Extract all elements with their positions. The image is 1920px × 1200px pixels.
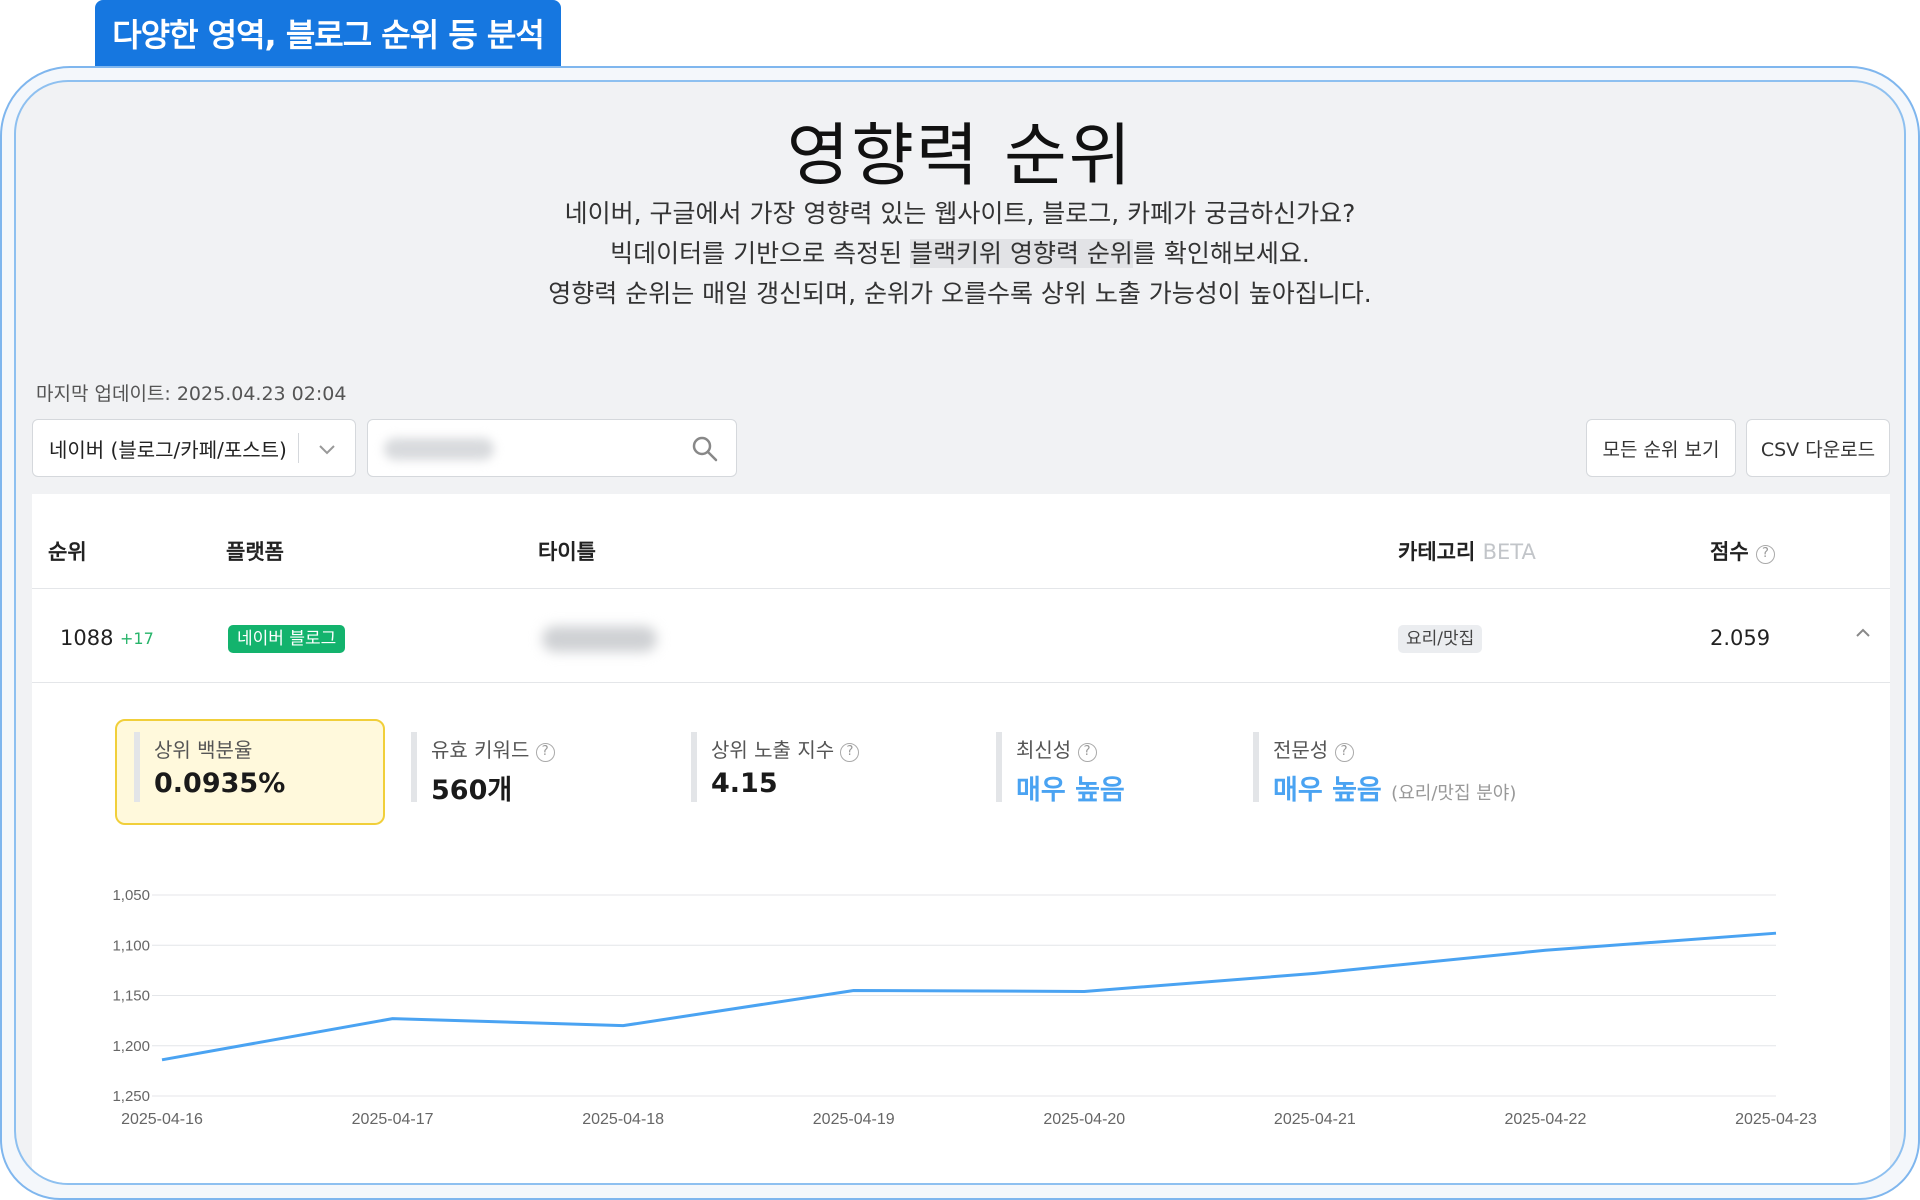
description-line-2: 빅데이터를 기반으로 측정된 블랙키위 영향력 순위를 확인해보세요. [610, 239, 1310, 268]
highlight-text: 블랙키위 영향력 순위 [910, 239, 1133, 268]
all-rank-button[interactable]: 모든 순위 보기 [1586, 419, 1736, 477]
y-tick-label: 1,200 [112, 1038, 150, 1055]
blurred-search-text [384, 438, 494, 460]
x-tick-label: 2025-04-22 [1505, 1111, 1587, 1128]
chevron-down-icon [299, 436, 355, 460]
ranking-table: 순위 플랫폼 타이틀 카테고리 BETA 점수 ? 1088 +17 네이버 블… [32, 494, 1890, 1183]
x-tick-label: 2025-04-19 [813, 1111, 895, 1128]
content-panel: 영향력 순위 네이버, 구글에서 가장 영향력 있는 웹사이트, 블로그, 카페… [14, 80, 1906, 1185]
y-tick-label: 1,100 [112, 937, 150, 954]
description-line-1: 네이버, 구글에서 가장 영향력 있는 웹사이트, 블로그, 카페가 궁금하신가… [564, 199, 1356, 228]
last-updated: 마지막 업데이트: 2025.04.23 02:04 [36, 383, 347, 405]
rank-series-line [161, 931, 1777, 1062]
csv-download-button[interactable]: CSV 다운로드 [1746, 419, 1890, 477]
x-tick-label: 2025-04-20 [1043, 1111, 1125, 1128]
x-tick-label: 2025-04-21 [1274, 1111, 1356, 1128]
x-tick-label: 2025-04-23 [1735, 1111, 1817, 1128]
search-icon[interactable] [690, 434, 720, 464]
search-input[interactable] [367, 419, 737, 477]
page-title: 영향력 순위 [786, 117, 1134, 196]
section-tab-label: 다양한 영역, 블로그 순위 등 분석 [95, 0, 561, 66]
platform-select[interactable]: 네이버 (블로그/카페/포스트) [32, 419, 356, 477]
x-tick-label: 2025-04-16 [121, 1111, 203, 1128]
y-tick-label: 1,250 [112, 1088, 150, 1105]
rank-history-chart: 1,050 1,100 1,150 1,200 1,250 2025-04-16 2025-… [112, 887, 1817, 1128]
platform-select-value: 네이버 (블로그/카페/포스트) [49, 437, 287, 462]
y-tick-label: 1,050 [112, 887, 150, 904]
x-tick-label: 2025-04-17 [352, 1111, 434, 1128]
description-line-3: 영향력 순위는 매일 갱신되며, 순위가 오를수록 상위 노출 가능성이 높아집… [548, 279, 1372, 308]
x-tick-label: 2025-04-18 [582, 1111, 664, 1128]
y-tick-label: 1,150 [112, 988, 150, 1005]
